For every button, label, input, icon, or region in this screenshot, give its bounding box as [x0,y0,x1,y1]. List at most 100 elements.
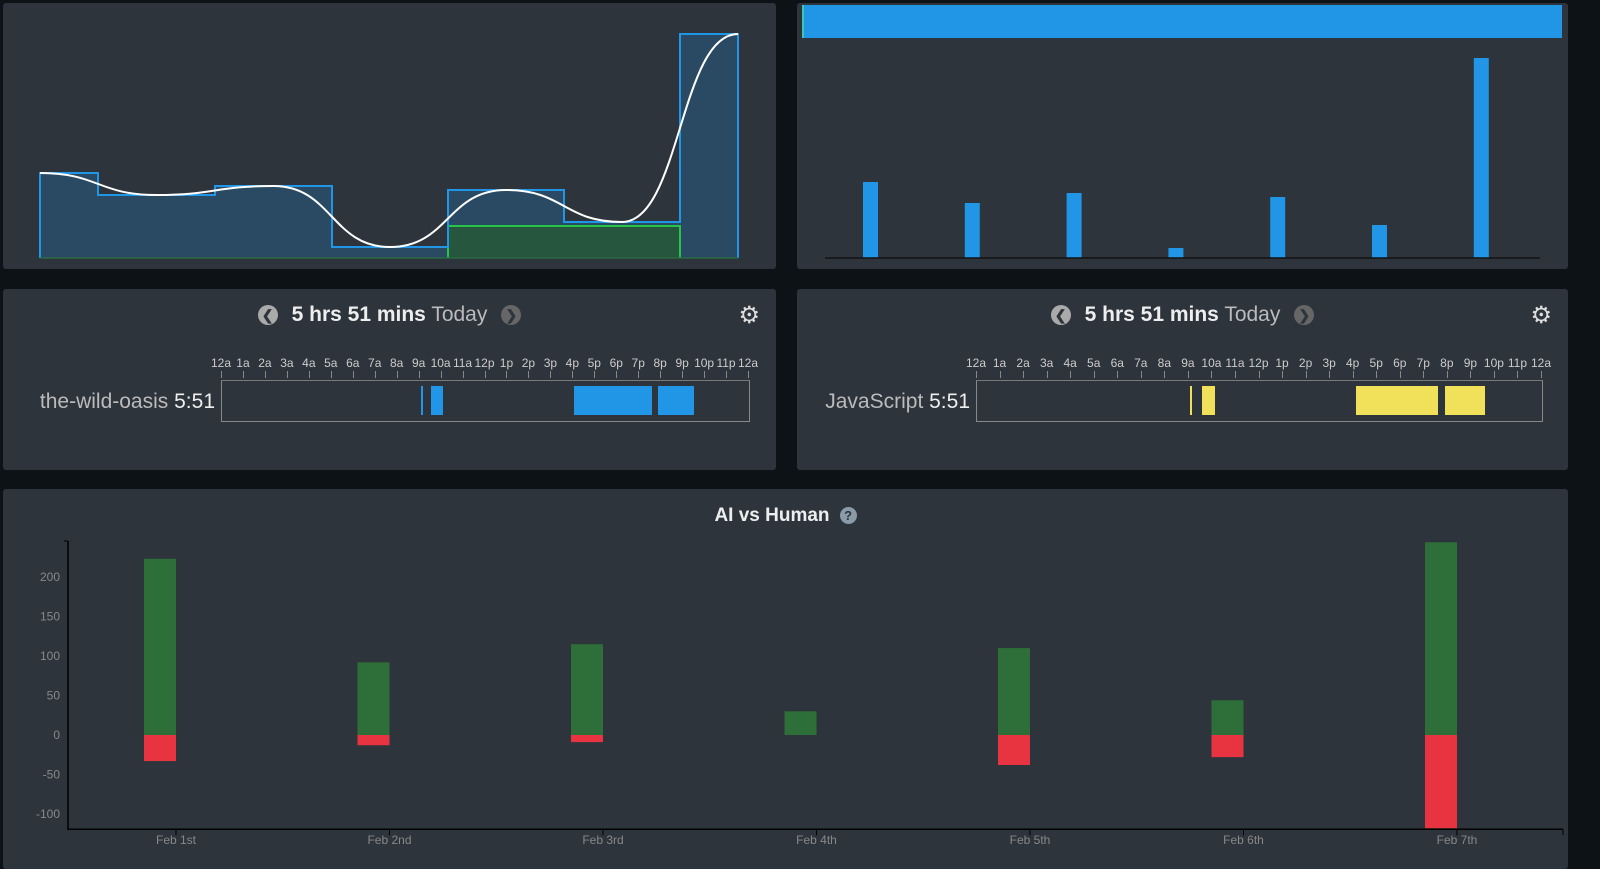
hour-label: 5p [1369,356,1383,370]
hour-tick [1234,371,1236,378]
green-segment [447,225,681,258]
hour-label: 12a [1530,356,1552,370]
language-row-label[interactable]: JavaScript 5:51 [797,390,970,414]
hour-label: 9p [1463,356,1478,370]
hour-label: 8p [1440,356,1454,370]
project-row-label[interactable]: the-wild-oasis 5:51 [3,390,215,414]
next-day-button[interactable]: ❯ [1294,305,1315,326]
hour-tick [1446,371,1448,378]
human-bar [144,735,176,762]
ai-bar [571,644,603,735]
total-duration: 5 hrs 51 mins [1084,303,1219,326]
hour-label: 4p [1345,356,1360,370]
y-tick-label: -100 [36,807,60,821]
area-fill [40,34,738,258]
ai-bar [1425,542,1457,735]
daily-bar-chart [802,5,1562,259]
language-timeline-bar [976,380,1543,422]
hour-tick [976,371,977,378]
y-tick-label: 50 [47,689,61,703]
activity-block[interactable] [420,386,423,415]
hour-label: 12a [965,356,987,370]
ai-bar [357,662,390,735]
hour-label: 10a [1201,356,1222,370]
hour-label: 7a [368,356,382,370]
hour-label: 1a [992,356,1007,370]
gear-icon[interactable]: ⚙ [738,301,760,330]
hour-label: 12a [737,356,759,370]
x-tick-label: Feb 2nd [367,833,411,847]
x-tick-label: Feb 1st [156,833,197,847]
activity-area-panel [3,3,776,269]
activity-block[interactable] [657,386,695,415]
human-bar [1425,735,1457,829]
language-time: 5:51 [929,390,970,413]
hour-label: 2p [1298,356,1313,370]
bar [964,203,980,258]
x-tick-label: Feb 5th [1010,833,1051,847]
hour-tick [1541,371,1542,378]
hour-tick [550,371,552,378]
hour-tick [1329,371,1331,378]
hour-tick [1046,371,1048,378]
ai-vs-human-chart: 200 150 100 50 0 -50 -100 Feb 1st Feb 2nd Feb 3rd… [36,540,1564,847]
bar [1473,58,1489,258]
hour-tick [1211,371,1213,378]
hour-tick [418,371,420,378]
hour-tick [726,371,728,378]
activity-block[interactable] [1445,386,1486,415]
hour-label: 1a [236,356,250,370]
hour-tick [352,371,354,378]
hour-label: 5a [1087,356,1101,370]
gear-icon[interactable]: ⚙ [1530,301,1552,330]
hour-tick [1399,371,1401,378]
hour-tick [528,371,530,378]
hour-tick [682,371,684,378]
hour-label: 5p [587,356,601,370]
hour-tick [374,371,376,378]
hour-label: 6p [1393,356,1407,370]
hour-tick [308,371,310,378]
progress-bar [803,5,1562,38]
x-tick-label: Feb 7th [1437,833,1478,847]
activity-block[interactable] [1356,386,1439,415]
hour-label: 11p [716,356,736,370]
hour-tick [572,371,574,378]
prev-day-button[interactable]: ❮ [257,305,278,326]
hour-tick [1305,371,1307,378]
hour-tick [1070,371,1072,378]
hour-tick [1470,371,1472,378]
project-time: 5:51 [174,390,215,413]
hour-label: 8a [389,356,404,370]
period-label: Today [1224,303,1281,326]
hour-tick [1023,371,1025,378]
x-tick-label: Feb 4th [796,833,837,847]
hour-label: 7p [1416,356,1430,370]
hour-label: 2a [1016,356,1030,370]
hour-tick [1187,371,1189,378]
activity-block[interactable] [430,386,443,415]
hour-label: 11a [1225,356,1245,370]
project-name: the-wild-oasis [39,390,169,413]
hour-tick [1282,371,1284,378]
activity-block[interactable] [1190,386,1193,415]
hour-tick [264,371,266,378]
hour-tick [1517,371,1519,378]
hour-label: 6a [346,356,360,370]
ai-bar [144,558,176,735]
hour-tick [1093,371,1095,378]
activity-block[interactable] [574,386,653,415]
hour-tick [484,371,486,378]
hour-axis: 12a 1a 2a 3a 4a 5a 6a 7a 8a 9a 10a 11a 12p 1p 2p 3p 4p 5p… [966,356,1551,378]
hour-label: 9a [1181,356,1195,370]
bar [863,182,878,258]
next-day-button[interactable]: ❯ [501,305,522,326]
bar [1270,197,1286,258]
hour-label: 4a [1063,356,1077,370]
language-name: JavaScript [825,390,924,413]
activity-block[interactable] [1201,386,1215,415]
prev-day-button[interactable]: ❮ [1050,305,1071,326]
hour-tick [638,371,640,378]
timeline-header: ❮ 5 hrs 51 mins Today ❯ [3,303,776,327]
hour-tick [1376,371,1378,378]
